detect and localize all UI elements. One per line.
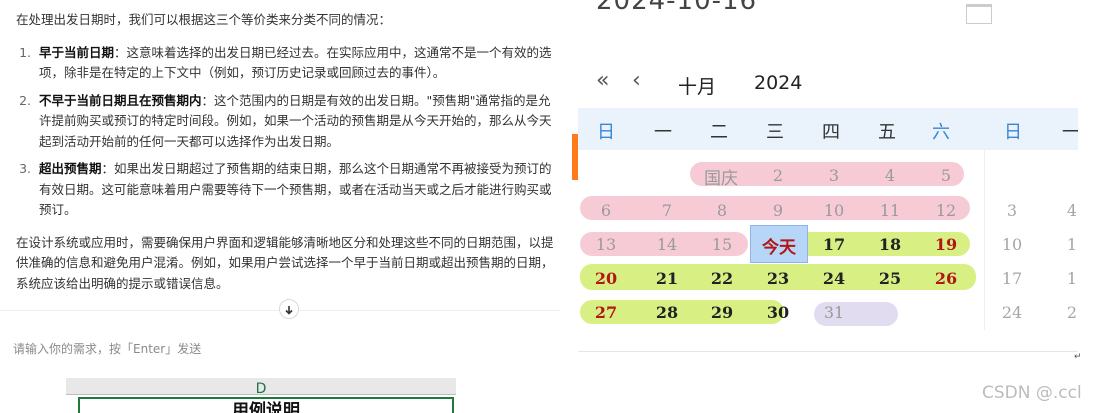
chat-panel: 在处理出发日期时，我们可以根据这三个等价类来分类不同的情况： 1. 早于当前日期… (0, 0, 572, 362)
month-label[interactable]: 十月 (678, 72, 716, 99)
watermark: CSDN @.ccl (982, 383, 1082, 403)
column-header[interactable]: D (66, 378, 456, 397)
day-cell[interactable]: 15 (704, 235, 740, 254)
day-cell[interactable]: 7 (649, 201, 685, 220)
list-item: 1. 早于当前日期：这意味着选择的出发日期已经过去。在实际应用中，这通常不是一个… (16, 43, 562, 84)
day-cell[interactable]: 21 (649, 269, 685, 288)
day-cell[interactable]: 4 (872, 166, 908, 185)
list-item: 2. 不早于当前日期且在预售期内：这个范围内的日期是有效的出发日期。"预售期"通… (16, 91, 562, 153)
weekday-sat: 六 (932, 122, 950, 143)
weekday-mon-next: 一 (1056, 118, 1078, 144)
intro-text: 在处理出发日期时，我们可以根据这三个等价类来分类不同的情况： (16, 12, 392, 27)
list-number: 3. (19, 161, 31, 176)
day-cell[interactable]: 6 (588, 201, 624, 220)
day-cell[interactable]: 25 (872, 269, 908, 288)
day-cell[interactable]: 26 (928, 269, 964, 288)
arrow-down-icon (284, 300, 294, 319)
selected-cell[interactable]: 用例说明 (78, 397, 454, 413)
case-list: 1. 早于当前日期：这意味着选择的出发日期已经过去。在实际应用中，这通常不是一个… (16, 43, 562, 221)
day-cell[interactable]: 2 (1054, 303, 1078, 322)
item-text: ：这意味着选择的出发日期已经过去。在实际应用中，这通常不是一个有效的选项，除非是… (39, 44, 552, 81)
day-cell[interactable]: 10 (816, 201, 852, 220)
day-cell[interactable]: 24 (994, 303, 1030, 322)
day-cell[interactable]: 23 (760, 269, 796, 288)
day-cell[interactable]: 3 (816, 166, 852, 185)
year-label[interactable]: 2024 (754, 72, 802, 94)
day-cell[interactable]: 2 (760, 166, 796, 185)
day-cell[interactable]: 5 (928, 166, 964, 185)
item-title: 不早于当前日期且在预售期内 (39, 92, 202, 108)
chat-message: 在处理出发日期时，我们可以根据这三个等价类来分类不同的情况： 1. 早于当前日期… (16, 10, 562, 294)
prev-year-button[interactable]: « (596, 68, 609, 93)
day-cell[interactable]: 1 (1054, 269, 1078, 288)
date-input-value: 2024-10-16 (596, 0, 758, 16)
holiday-label: 国庆 (704, 169, 738, 189)
day-cell[interactable]: 10 (994, 235, 1030, 254)
weekday-fri: 五 (878, 122, 896, 143)
day-cell[interactable]: 28 (649, 303, 685, 322)
item-title: 超出预售期 (39, 161, 102, 176)
column-letter: D (255, 381, 267, 397)
day-cell[interactable]: 1 (1054, 235, 1078, 254)
date-picker: 2024-10-16 « ‹ 十月 2024 日 一 二 三 四 五 六 日 一… (578, 0, 1078, 352)
day-cell[interactable]: 30 (760, 303, 796, 322)
prev-month-button[interactable]: ‹ (632, 68, 641, 93)
day-cell[interactable]: 18 (872, 235, 908, 254)
day-cell[interactable]: 12 (928, 201, 964, 220)
return-mark: ↵ (1074, 352, 1082, 362)
input-placeholder: 请输入你的需求，按「Enter」发送 (13, 342, 202, 356)
list-item: 3. 超出预售期：如果出发日期超过了预售期的结束日期，那么这个日期通常不再被接受… (16, 159, 562, 221)
calendar-icon[interactable] (966, 4, 992, 24)
day-cell[interactable]: 27 (588, 303, 624, 322)
day-cell[interactable]: 8 (704, 201, 740, 220)
list-number: 1. (19, 44, 31, 60)
day-cell[interactable]: 17 (994, 269, 1030, 288)
weekday-sun-next: 日 (1004, 122, 1022, 143)
day-cell[interactable]: 9 (760, 201, 796, 220)
day-cell[interactable]: 20 (588, 269, 624, 288)
weekday-thu: 四 (822, 122, 840, 143)
spreadsheet-fragment: D 用例说明 (66, 378, 456, 413)
chat-input[interactable]: 请输入你的需求，按「Enter」发送 (0, 310, 560, 360)
weekday-header: 日 一 二 三 四 五 六 日 一 (578, 108, 1078, 150)
cell-text: 用例说明 (232, 401, 300, 413)
today-label[interactable]: 今天 (750, 233, 808, 258)
day-cell[interactable]: 31 (816, 303, 852, 322)
day-cell[interactable]: 24 (816, 269, 852, 288)
day-cell[interactable]: 3 (994, 201, 1030, 220)
weekday-wed: 三 (766, 122, 784, 143)
day-cell[interactable]: 17 (816, 235, 852, 254)
day-cell[interactable]: 29 (704, 303, 740, 322)
weekday-mon: 一 (654, 122, 672, 143)
day-cell[interactable]: 13 (588, 235, 624, 254)
weekday-sun: 日 (597, 122, 615, 143)
day-cell[interactable]: 11 (872, 201, 908, 220)
day-cell[interactable]: 4 (1054, 201, 1078, 220)
item-title: 早于当前日期 (39, 44, 115, 60)
list-number: 2. (19, 92, 31, 108)
item-text: ：如果出发日期超过了预售期的结束日期，那么这个日期通常不再被接受为预订的有效日期… (39, 161, 552, 217)
day-cell[interactable]: 14 (649, 235, 685, 254)
day-cell[interactable]: 22 (704, 269, 740, 288)
weekday-tue: 二 (710, 122, 728, 143)
month-divider (984, 150, 985, 330)
scroll-down-button[interactable] (279, 299, 299, 319)
conclusion-text: 在设计系统或应用时，需要确保用户界面和逻辑能够清晰地区分和处理这些不同的日期范围… (16, 234, 554, 291)
date-input[interactable]: 2024-10-16 (592, 0, 992, 26)
day-cell[interactable]: 19 (928, 235, 964, 254)
